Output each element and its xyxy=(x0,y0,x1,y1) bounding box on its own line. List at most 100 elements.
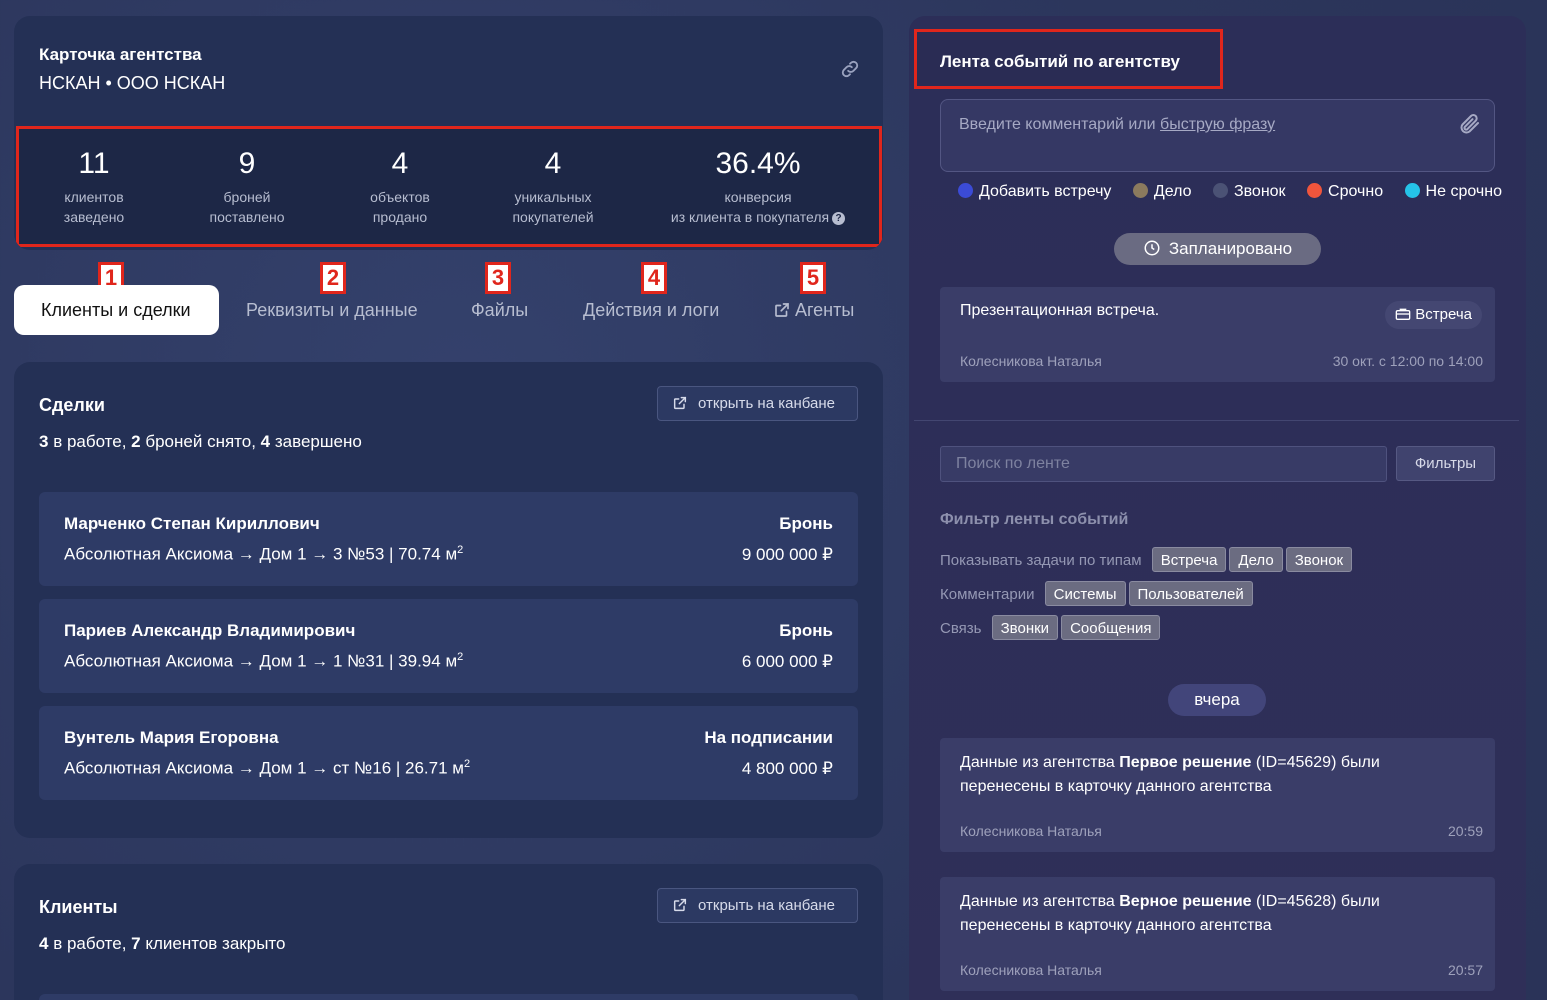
stat-sold: 4 объектов продано xyxy=(350,147,450,227)
divider xyxy=(914,420,1519,421)
deals-summary: 3 в работе, 2 броней снято, 4 завершено xyxy=(39,432,362,451)
deal-object-path: Абсолютная Аксиома → Дом 1 → 3 №53 | 70.… xyxy=(64,544,464,564)
comment-input[interactable]: Введите комментарий или быструю фразу xyxy=(940,99,1495,172)
kanban-button-label: открыть на канбане xyxy=(698,897,835,914)
stat-value: 4 xyxy=(544,147,562,180)
quick-phrase-link[interactable]: быструю фразу xyxy=(1160,116,1275,133)
clock-icon xyxy=(1144,240,1160,256)
filter-chip-messages[interactable]: Сообщения xyxy=(1061,615,1161,640)
help-icon[interactable]: ? xyxy=(832,211,846,225)
event-feed-panel: Лента событий по агентству Введите комме… xyxy=(909,16,1526,1000)
deals-card: Сделки открыть на канбане 3 в работе, 2 … xyxy=(14,362,883,838)
filter-row-comments: Комментарии Системы Пользователей xyxy=(940,581,1256,606)
agency-title: Карточка агентства xyxy=(39,45,202,64)
meeting-time: 30 окт. с 12:00 по 14:00 xyxy=(1332,353,1483,369)
agency-subtitle: НСКАН • ООО НСКАН xyxy=(39,73,226,93)
log-author: Колесникова Наталья xyxy=(960,823,1102,839)
deal-client-name: Вунтель Мария Егоровна xyxy=(64,728,279,747)
call-dot-icon xyxy=(1212,183,1228,198)
clients-title: Клиенты xyxy=(39,897,118,917)
deals-open-kanban-button[interactable]: открыть на канбане xyxy=(657,386,858,421)
log-time: 20:57 xyxy=(1447,962,1483,978)
tab-requisites[interactable]: Реквизиты и данные xyxy=(246,285,418,335)
filter-row-task-types: Показывать задачи по типам Встреча Дело Зв… xyxy=(940,547,1355,572)
tab-clients-deals[interactable]: Клиенты и сделки xyxy=(14,285,219,335)
deal-price: 4 800 000 ₽ xyxy=(741,759,833,778)
clients-card: Клиенты открыть на канбане 4 в работе, 7… xyxy=(14,864,883,1000)
deal-row[interactable]: Париев Александр Владимирович Абсолютная… xyxy=(39,599,858,693)
stat-value: 11 xyxy=(78,147,110,180)
type-not-urgent[interactable]: Не срочно xyxy=(1404,183,1502,201)
feed-title-box: Лента событий по агентству xyxy=(914,29,1223,89)
deal-price: 9 000 000 ₽ xyxy=(741,545,833,564)
clients-summary: 4 в работе, 7 клиентов закрыто xyxy=(39,934,286,953)
deal-object-path: Абсолютная Аксиома → Дом 1 → 1 №31 | 39.… xyxy=(64,651,464,671)
filter-chip-task[interactable]: Дело xyxy=(1229,547,1283,572)
stat-label: броней поставлено xyxy=(209,189,285,225)
log-text: Данные из агентства Первое решение (ID=4… xyxy=(960,754,1380,795)
filter-chip-meeting[interactable]: Встреча xyxy=(1151,547,1227,572)
task-dot-icon xyxy=(1132,183,1148,198)
stat-label: объектов продано xyxy=(370,189,430,225)
scheduled-meeting-card[interactable]: Презентационная встреча. Встреча Колесни… xyxy=(940,287,1495,382)
log-time: 20:59 xyxy=(1447,823,1483,839)
log-entry-card[interactable]: Данные из агентства Первое решение (ID=4… xyxy=(940,738,1495,852)
stat-conversion: 36.4% конверсия из клиента в покупателя? xyxy=(660,147,856,227)
stat-buyers: 4 уникальных покупателей xyxy=(498,147,608,227)
scheduled-toggle[interactable]: Запланировано xyxy=(1114,233,1321,265)
filter-chip-system[interactable]: Системы xyxy=(1044,581,1126,606)
agency-card: Карточка агентства НСКАН • ООО НСКАН 11 … xyxy=(14,16,883,250)
comment-placeholder: Введите комментарий или быструю фразу xyxy=(959,116,1276,133)
deal-price: 6 000 000 ₽ xyxy=(741,652,833,671)
log-entry-card[interactable]: Данные из агентства Верное решение (ID=4… xyxy=(940,877,1495,991)
stat-value: 4 xyxy=(391,147,409,180)
filter-chip-users[interactable]: Пользователей xyxy=(1128,581,1253,606)
type-call[interactable]: Звонок xyxy=(1212,183,1286,201)
tab-files[interactable]: Файлы xyxy=(471,285,528,335)
tab-actions-logs[interactable]: Действия и логи xyxy=(583,285,719,335)
external-link-icon xyxy=(673,396,687,410)
client-row[interactable] xyxy=(39,994,858,1000)
meeting-type-badge: Встреча xyxy=(1385,301,1482,329)
filter-label: Комментарии xyxy=(940,586,1035,603)
filter-label: Связь xyxy=(940,620,982,637)
deal-row[interactable]: Марченко Степан Кириллович Абсолютная Ак… xyxy=(39,492,858,586)
external-link-icon xyxy=(673,898,687,912)
filter-heading: Фильтр ленты событий xyxy=(940,511,1129,528)
stat-label: клиентов заведено xyxy=(63,189,125,225)
filter-label: Показывать задачи по типам xyxy=(940,552,1142,569)
filter-chip-calls[interactable]: Звонки xyxy=(991,615,1059,640)
stat-label: конверсия из клиента в покупателя? xyxy=(660,187,856,227)
clients-open-kanban-button[interactable]: открыть на канбане xyxy=(657,888,858,923)
tab-agents[interactable]: Агенты xyxy=(773,285,854,335)
feed-search-input[interactable]: Поиск по ленте xyxy=(940,446,1387,482)
stat-label: уникальных покупателей xyxy=(512,189,594,225)
meeting-dot-icon xyxy=(958,183,973,198)
link-icon[interactable] xyxy=(839,58,861,80)
meeting-author: Колесникова Наталья xyxy=(960,353,1102,369)
filters-button[interactable]: Фильтры xyxy=(1396,446,1495,481)
deal-object-path: Абсолютная Аксиома → Дом 1 → ст №16 | 26… xyxy=(64,758,471,778)
filter-row-communication: Связь Звонки Сообщения xyxy=(940,615,1163,640)
deal-row[interactable]: Вунтель Мария Егоровна Абсолютная Аксиом… xyxy=(39,706,858,800)
deal-status: Бронь xyxy=(779,514,833,533)
kanban-button-label: открыть на канбане xyxy=(698,395,835,412)
day-separator: вчера xyxy=(1168,684,1266,716)
deal-status: На подписании xyxy=(704,728,833,747)
type-urgent[interactable]: Срочно xyxy=(1307,183,1383,201)
type-add-meeting[interactable]: Добавить встречу xyxy=(958,183,1111,201)
deal-client-name: Париев Александр Владимирович xyxy=(64,621,356,640)
meeting-title: Презентационная встреча. xyxy=(960,302,1160,319)
event-type-selector: Добавить встречу Дело Звонок Срочно Не с… xyxy=(958,183,1502,201)
stat-value: 36.4% xyxy=(715,147,801,180)
log-author: Колесникова Наталья xyxy=(960,962,1102,978)
not-urgent-dot-icon xyxy=(1404,183,1420,198)
stat-bookings: 9 броней поставлено xyxy=(197,147,297,227)
filter-chip-call[interactable]: Звонок xyxy=(1285,547,1353,572)
type-task[interactable]: Дело xyxy=(1132,183,1191,201)
external-link-icon xyxy=(775,303,789,317)
stats-panel: 11 клиентов заведено 9 броней поставлено 4… xyxy=(16,126,882,247)
paperclip-icon[interactable] xyxy=(1458,112,1482,136)
stat-clients: 11 клиентов заведено xyxy=(49,147,139,227)
log-text: Данные из агентства Верное решение (ID=4… xyxy=(960,893,1380,934)
